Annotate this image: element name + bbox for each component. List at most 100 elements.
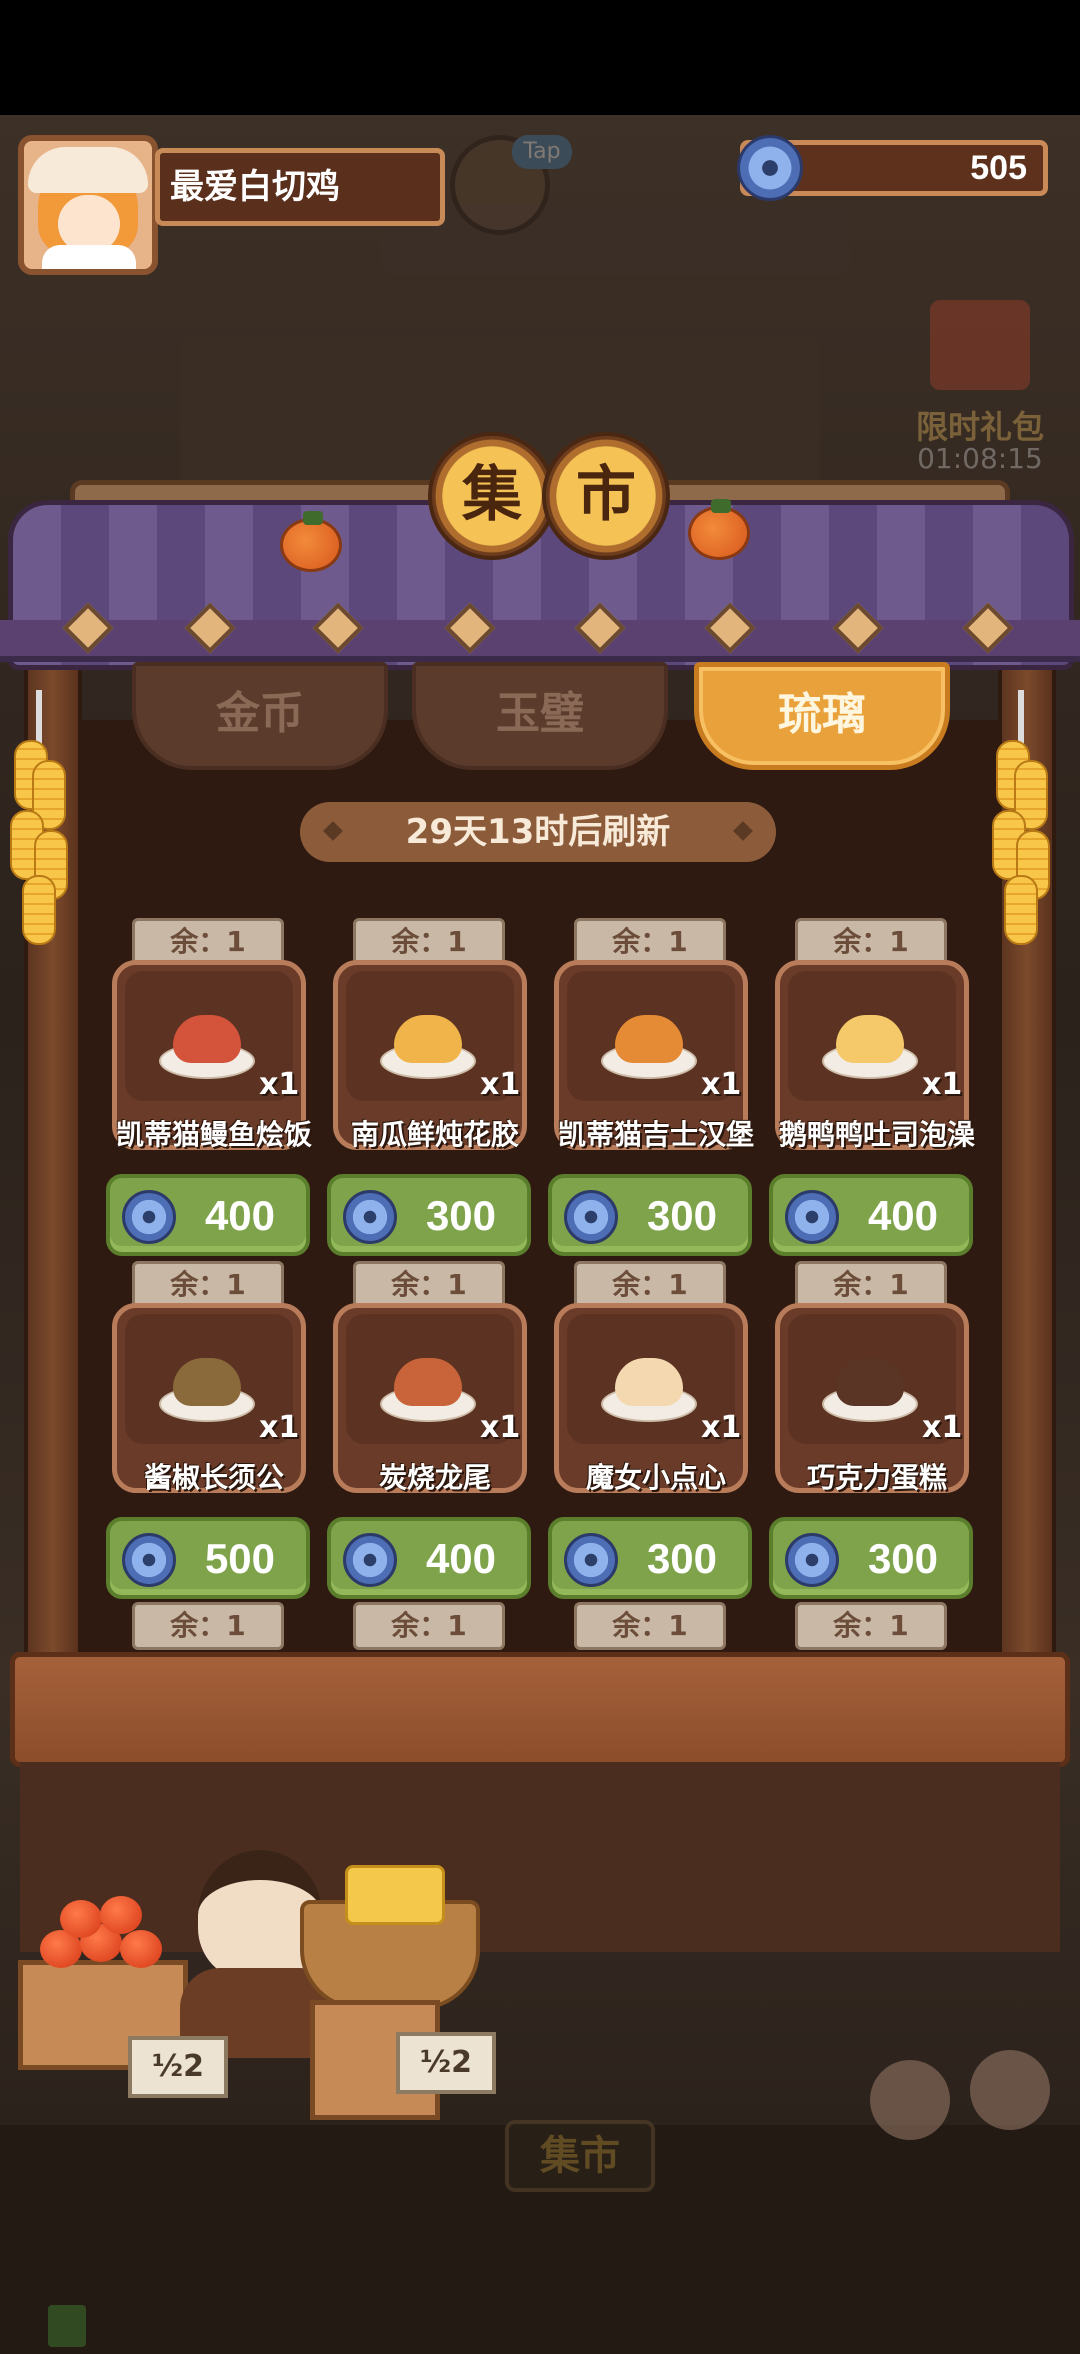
shop-item[interactable]: 余：1 x1 炭烧龙尾 400 xyxy=(327,1261,533,1601)
dish-body xyxy=(394,1015,462,1063)
price-amount: 500 xyxy=(204,1535,276,1582)
item-card[interactable]: x1 魔女小点心 xyxy=(554,1303,748,1494)
dish-icon xyxy=(601,1346,697,1422)
item-card[interactable]: x1 酱椒长须公 xyxy=(112,1303,306,1494)
buy-button[interactable]: 300 xyxy=(548,1174,752,1256)
tomato xyxy=(60,1900,102,1938)
dish-icon xyxy=(380,1346,476,1422)
shop-item-partial: 余：1 xyxy=(775,1602,975,1658)
item-name: 鹅鸭鸭吐司泡澡 xyxy=(778,1118,975,1151)
tofu-block xyxy=(345,1865,445,1925)
limited-gift-timer: 01:08:15 xyxy=(917,442,1043,475)
tab-glaze[interactable]: 琉璃 xyxy=(694,662,950,770)
dish-body xyxy=(394,1358,462,1406)
stock-label: 余：1 xyxy=(574,918,726,966)
limited-gift-button[interactable]: 限时礼包 01:08:15 xyxy=(905,290,1065,490)
persimmon-decoration xyxy=(280,511,342,572)
buy-button[interactable]: 500 xyxy=(106,1517,310,1599)
glass-bead-icon xyxy=(564,1190,618,1244)
stock-label: 余：1 xyxy=(353,1602,505,1650)
roof-eave xyxy=(0,620,1080,662)
hanging-corn-right xyxy=(990,690,1052,950)
tap-button[interactable]: Tap xyxy=(450,135,572,235)
item-name: 巧克力蛋糕 xyxy=(806,1461,947,1494)
tab-jade[interactable]: 玉璧 xyxy=(412,662,668,770)
status-bar-area xyxy=(0,0,1080,115)
dish-icon xyxy=(159,1346,255,1422)
glass-bead-icon xyxy=(564,1533,618,1587)
dish-body xyxy=(615,1358,683,1406)
pot xyxy=(970,2050,1050,2130)
background-pots xyxy=(860,2040,1060,2160)
item-quantity: x1 xyxy=(259,1410,300,1445)
shop-item[interactable]: 余：1 x1 巧克力蛋糕 300 xyxy=(769,1261,975,1601)
tap-label: Tap xyxy=(512,135,572,169)
persimmon-decoration xyxy=(688,499,750,560)
price-amount: 400 xyxy=(425,1535,497,1582)
item-card[interactable]: x1 炭烧龙尾 xyxy=(333,1303,527,1494)
stock-label: 余：1 xyxy=(795,1602,947,1650)
buy-button[interactable]: 300 xyxy=(769,1517,973,1599)
shop-item[interactable]: 余：1 x1 凯蒂猫鳗鱼烩饭 400 xyxy=(106,918,312,1258)
buy-button[interactable]: 400 xyxy=(327,1517,531,1599)
currency-counter[interactable]: 505 xyxy=(737,135,1048,201)
tomato xyxy=(120,1930,162,1968)
stock-label: 余：1 xyxy=(795,1261,947,1309)
item-card[interactable]: x1 凯蒂猫吉士汉堡 xyxy=(554,960,754,1151)
shop-item-partial: 余：1 xyxy=(333,1602,533,1658)
dish-icon xyxy=(159,1003,255,1079)
item-name: 南瓜鲜炖花胶 xyxy=(350,1118,519,1151)
glass-bead-icon xyxy=(785,1190,839,1244)
buy-button[interactable]: 300 xyxy=(548,1517,752,1599)
avatar-body xyxy=(42,245,136,269)
buy-button[interactable]: 400 xyxy=(106,1174,310,1256)
item-name: 酱椒长须公 xyxy=(143,1461,284,1494)
buy-button[interactable]: 400 xyxy=(769,1174,973,1256)
floor-tile xyxy=(48,2305,86,2347)
item-name: 凯蒂猫鳗鱼烩饭 xyxy=(115,1118,312,1151)
stock-label: 余：1 xyxy=(132,1261,284,1309)
shop-item-partial: 余：1 xyxy=(112,1602,312,1658)
dish-icon xyxy=(822,1346,918,1422)
stock-label: 余：1 xyxy=(353,1261,505,1309)
corn-cob xyxy=(22,875,56,945)
shop-item[interactable]: 余：1 x1 酱椒长须公 500 xyxy=(106,1261,312,1601)
item-card[interactable]: x1 凯蒂猫鳗鱼烩饭 xyxy=(112,960,312,1151)
stock-label: 余：1 xyxy=(353,918,505,966)
tab-gold-coin[interactable]: 金币 xyxy=(132,662,388,770)
stock-label: 余：1 xyxy=(574,1261,726,1309)
shop-item[interactable]: 余：1 x1 魔女小点心 300 xyxy=(548,1261,754,1601)
glass-bead-icon xyxy=(343,1533,397,1587)
pot xyxy=(870,2060,950,2140)
price-amount: 300 xyxy=(425,1192,497,1239)
price-sign: ½2 xyxy=(128,2036,228,2098)
item-quantity: x1 xyxy=(480,1067,521,1102)
buy-button[interactable]: 300 xyxy=(327,1174,531,1256)
price-amount: 300 xyxy=(646,1192,718,1239)
item-quantity: x1 xyxy=(259,1067,300,1102)
item-quantity: x1 xyxy=(922,1067,963,1102)
refresh-dot xyxy=(733,821,753,841)
item-card[interactable]: x1 南瓜鲜炖花胶 xyxy=(333,960,527,1151)
player-avatar[interactable] xyxy=(18,135,158,275)
dish-icon xyxy=(822,1003,918,1079)
refresh-timer: 29天13时后刷新 xyxy=(300,802,776,862)
item-card[interactable]: x1 鹅鸭鸭吐司泡澡 xyxy=(775,960,975,1151)
dish-body xyxy=(836,1015,904,1063)
price-sign: ½2 xyxy=(396,2032,496,2094)
stock-label: 余：1 xyxy=(574,1602,726,1650)
item-card[interactable]: x1 巧克力蛋糕 xyxy=(775,1303,969,1494)
shop-item[interactable]: 余：1 x1 凯蒂猫吉士汉堡 300 xyxy=(548,918,754,1258)
dish-body xyxy=(615,1015,683,1063)
tomato xyxy=(100,1896,142,1934)
shop-item[interactable]: 余：1 x1 南瓜鲜炖花胶 300 xyxy=(327,918,533,1258)
item-name: 魔女小点心 xyxy=(585,1461,726,1494)
item-quantity: x1 xyxy=(922,1410,963,1445)
shop-item[interactable]: 余：1 x1 鹅鸭鸭吐司泡澡 400 xyxy=(769,918,975,1258)
dish-icon xyxy=(380,1003,476,1079)
item-name: 凯蒂猫吉士汉堡 xyxy=(557,1118,754,1151)
item-quantity: x1 xyxy=(701,1067,742,1102)
price-amount: 300 xyxy=(867,1535,939,1582)
market-nav-button[interactable]: 集市 xyxy=(505,2120,655,2192)
stock-label: 余：1 xyxy=(132,1602,284,1650)
